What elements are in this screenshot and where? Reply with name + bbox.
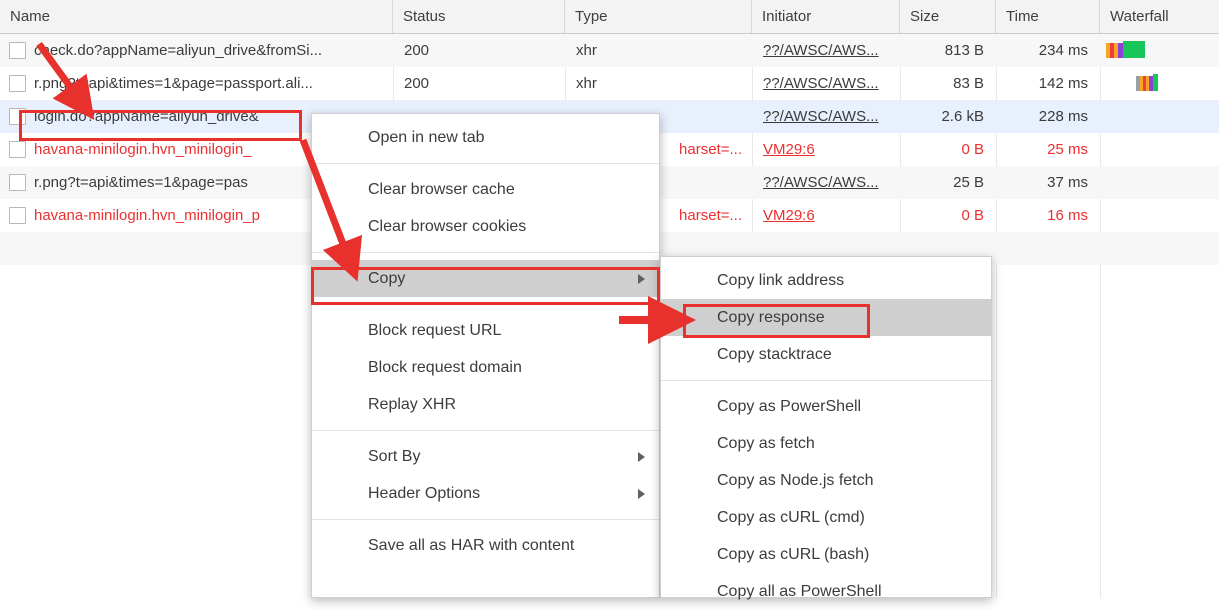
submenu-item-copy-as-nodejs-fetch[interactable]: Copy as Node.js fetch bbox=[661, 462, 991, 499]
cell-size: 25 B bbox=[901, 166, 996, 199]
table-row[interactable]: r.png?t=api&times=1&page=passport.ali...… bbox=[0, 67, 1219, 100]
cell-name: r.png?t=api&times=1&page=passport.ali... bbox=[0, 67, 393, 100]
menu-item-label: Copy link address bbox=[717, 272, 844, 289]
menu-item-copy[interactable]: Copy bbox=[312, 260, 659, 297]
submenu-item-copy-stacktrace[interactable]: Copy stacktrace bbox=[661, 336, 991, 373]
cell-initiator[interactable]: ??/AWSC/AWS... bbox=[753, 34, 900, 67]
chevron-right-icon bbox=[638, 274, 645, 284]
cell-time: 16 ms bbox=[997, 199, 1100, 232]
menu-item-sort-by[interactable]: Sort By bbox=[312, 438, 659, 475]
menu-item-header-options[interactable]: Header Options bbox=[312, 475, 659, 512]
table-row[interactable]: check.do?appName=aliyun_drive&fromSi... … bbox=[0, 34, 1219, 67]
cell-size: 83 B bbox=[901, 67, 996, 100]
cell-type: xhr bbox=[566, 67, 752, 100]
cell-time: 228 ms bbox=[997, 100, 1100, 133]
column-header-size[interactable]: Size bbox=[900, 0, 996, 33]
cell-initiator[interactable]: ??/AWSC/AWS... bbox=[753, 100, 900, 133]
menu-item-label: Copy bbox=[368, 270, 405, 287]
submenu-item-copy-as-curl-bash[interactable]: Copy as cURL (bash) bbox=[661, 536, 991, 573]
menu-item-block-request-url[interactable]: Block request URL bbox=[312, 312, 659, 349]
column-header-status[interactable]: Status bbox=[393, 0, 565, 33]
menu-separator bbox=[312, 304, 659, 305]
context-menu[interactable]: Open in new tab Clear browser cache Clea… bbox=[311, 113, 660, 598]
menu-separator bbox=[312, 163, 659, 164]
chevron-right-icon bbox=[638, 452, 645, 462]
submenu-item-copy-as-curl-cmd[interactable]: Copy as cURL (cmd) bbox=[661, 499, 991, 536]
chevron-right-icon bbox=[638, 489, 645, 499]
menu-separator bbox=[312, 252, 659, 253]
column-header-waterfall[interactable]: Waterfall bbox=[1100, 0, 1219, 33]
waterfall-block bbox=[1123, 41, 1145, 58]
cell-size: 2.6 kB bbox=[901, 100, 996, 133]
menu-item-label: Sort By bbox=[368, 448, 420, 465]
menu-separator bbox=[661, 380, 991, 381]
menu-item-label: Clear browser cookies bbox=[368, 218, 526, 235]
column-header-initiator[interactable]: Initiator bbox=[752, 0, 900, 33]
table-header: Name Status Type Initiator Size Time Wat… bbox=[0, 0, 1219, 34]
cell-initiator[interactable]: VM29:6 bbox=[753, 199, 900, 232]
menu-separator bbox=[312, 430, 659, 431]
menu-item-label: Save all as HAR with content bbox=[368, 537, 574, 554]
menu-item-label: Clear browser cache bbox=[368, 181, 515, 198]
menu-item-label: Copy stacktrace bbox=[717, 346, 832, 363]
menu-item-label: Copy as cURL (cmd) bbox=[717, 509, 865, 526]
column-header-name[interactable]: Name bbox=[0, 0, 393, 33]
cell-status: 200 bbox=[394, 34, 565, 67]
cell-time: 234 ms bbox=[997, 34, 1100, 67]
menu-separator bbox=[312, 519, 659, 520]
cell-size: 813 B bbox=[901, 34, 996, 67]
submenu-item-copy-link-address[interactable]: Copy link address bbox=[661, 262, 991, 299]
menu-item-open-in-new-tab[interactable]: Open in new tab bbox=[312, 119, 659, 156]
submenu-item-copy-as-fetch[interactable]: Copy as fetch bbox=[661, 425, 991, 462]
submenu-item-copy-as-powershell[interactable]: Copy as PowerShell bbox=[661, 388, 991, 425]
menu-item-label: Block request URL bbox=[368, 322, 501, 339]
menu-item-label: Copy all as PowerShell bbox=[717, 583, 882, 600]
column-header-type[interactable]: Type bbox=[565, 0, 752, 33]
cell-name: check.do?appName=aliyun_drive&fromSi... bbox=[0, 34, 393, 67]
copy-submenu[interactable]: Copy link address Copy response Copy sta… bbox=[660, 256, 992, 598]
menu-item-block-request-domain[interactable]: Block request domain bbox=[312, 349, 659, 386]
menu-item-label: Copy as cURL (bash) bbox=[717, 546, 869, 563]
menu-item-label: Header Options bbox=[368, 485, 480, 502]
cell-time: 37 ms bbox=[997, 166, 1100, 199]
menu-item-label: Copy response bbox=[717, 309, 825, 326]
cell-initiator[interactable]: ??/AWSC/AWS... bbox=[753, 67, 900, 100]
submenu-item-copy-response[interactable]: Copy response bbox=[661, 299, 991, 336]
menu-item-clear-browser-cache[interactable]: Clear browser cache bbox=[312, 171, 659, 208]
column-header-time[interactable]: Time bbox=[996, 0, 1100, 33]
cell-time: 25 ms bbox=[997, 133, 1100, 166]
menu-item-replay-xhr[interactable]: Replay XHR bbox=[312, 386, 659, 423]
cell-time: 142 ms bbox=[997, 67, 1100, 100]
menu-item-label: Block request domain bbox=[368, 359, 522, 376]
menu-item-save-all-as-har[interactable]: Save all as HAR with content bbox=[312, 527, 659, 564]
menu-item-label: Open in new tab bbox=[368, 129, 485, 146]
cell-size: 0 B bbox=[901, 133, 996, 166]
cell-type: xhr bbox=[566, 34, 752, 67]
menu-item-label: Copy as Node.js fetch bbox=[717, 472, 874, 489]
menu-item-label: Copy as fetch bbox=[717, 435, 815, 452]
menu-item-label: Copy as PowerShell bbox=[717, 398, 861, 415]
menu-item-label: Replay XHR bbox=[368, 396, 456, 413]
menu-item-clear-browser-cookies[interactable]: Clear browser cookies bbox=[312, 208, 659, 245]
cell-size: 0 B bbox=[901, 199, 996, 232]
cell-status: 200 bbox=[394, 67, 565, 100]
cell-initiator[interactable]: ??/AWSC/AWS... bbox=[753, 166, 900, 199]
submenu-item-copy-all-as-powershell[interactable]: Copy all as PowerShell bbox=[661, 573, 991, 610]
cell-initiator[interactable]: VM29:6 bbox=[753, 133, 900, 166]
waterfall-block bbox=[1153, 74, 1158, 91]
